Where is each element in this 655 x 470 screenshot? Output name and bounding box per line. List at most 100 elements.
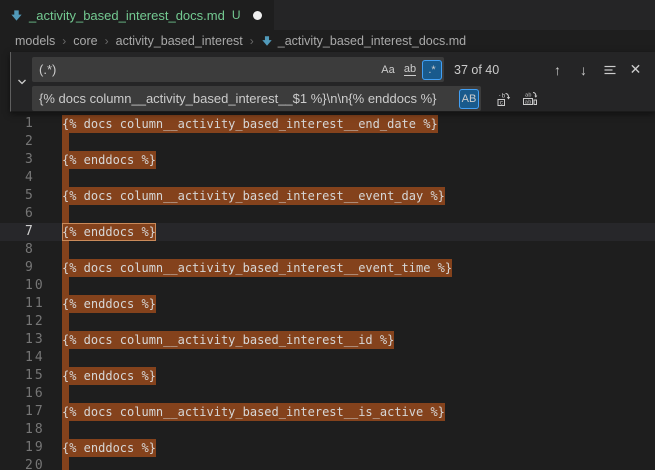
line-number: 17 [25, 403, 45, 421]
editor-line[interactable]: 10 [0, 277, 655, 295]
line-number: 13 [25, 331, 45, 349]
toggle-replace-button[interactable] [11, 52, 32, 111]
line-number: 3 [25, 151, 35, 169]
search-input[interactable]: (.*) Aa ab .* [32, 57, 444, 82]
line-content: {% enddocs %} [62, 151, 156, 169]
breadcrumb-separator-icon: › [105, 34, 109, 48]
editor-line[interactable]: 17 {% docs column__activity_based_interes… [0, 403, 655, 421]
breadcrumb-item-folder[interactable]: activity_based_interest [116, 34, 243, 48]
line-content: {% docs column__activity_based_interest_… [62, 187, 445, 205]
match-case-button[interactable]: Aa [378, 60, 398, 80]
editor-line[interactable]: 5 {% docs column__activity_based_interest… [0, 187, 655, 205]
line-content: {% docs column__activity_based_interest_… [62, 115, 438, 133]
find-match-highlight [62, 457, 69, 470]
editor-line[interactable]: 19{% enddocs %} [0, 439, 655, 457]
find-match-highlight [62, 241, 69, 259]
tab-filename: _activity_based_interest_docs.md [29, 8, 225, 23]
next-match-button[interactable]: ↓ [572, 59, 595, 81]
editor-line[interactable]: 7 {% enddocs %} [0, 223, 655, 241]
line-number: 16 [25, 385, 45, 403]
breadcrumb-item-models[interactable]: models [15, 34, 55, 48]
editor-line[interactable]: 16 [0, 385, 655, 403]
editor-lines: 1{% docs column__activity_based_interest… [0, 115, 655, 470]
find-match-highlight: {% enddocs %} [62, 295, 156, 313]
whole-word-button[interactable]: ab [400, 60, 420, 80]
find-match-highlight [62, 133, 69, 151]
line-number: 4 [25, 169, 35, 187]
line-number: 9 [25, 259, 35, 277]
editor-line[interactable]: 15 {% enddocs %} [0, 367, 655, 385]
editor-line[interactable]: 11 {% enddocs %} [0, 295, 655, 313]
regex-button[interactable]: .* [422, 60, 442, 80]
find-in-selection-button[interactable] [598, 59, 621, 81]
editor-line[interactable]: 14 [0, 349, 655, 367]
line-number: 11 [25, 295, 45, 313]
find-match-highlight: {% docs column__activity_based_interest_… [62, 115, 438, 133]
unsaved-dot-icon[interactable] [253, 11, 262, 20]
search-value: (.*) [39, 62, 376, 77]
git-status-badge: U [232, 8, 241, 22]
breadcrumb-item-file[interactable]: _activity_based_interest_docs.md [278, 34, 466, 48]
breadcrumb-separator-icon: › [250, 34, 254, 48]
line-number: 18 [25, 421, 45, 439]
find-match-highlight [62, 277, 69, 295]
find-match-highlight: {% enddocs %} [62, 439, 156, 457]
editor-pane[interactable]: 1{% docs column__activity_based_interest… [0, 52, 655, 470]
line-number: 14 [25, 349, 45, 367]
svg-text:ab: ab [525, 91, 532, 98]
preserve-case-button[interactable]: AB [459, 89, 479, 109]
svg-text:c: c [499, 99, 503, 106]
tab-bar: _activity_based_interest_docs.md U [0, 0, 655, 30]
replace-input[interactable]: {% docs column__activity_based_interest_… [32, 86, 481, 111]
breadcrumb: models › core › activity_based_interest … [0, 30, 655, 52]
find-match-highlight: {% docs column__activity_based_interest_… [62, 403, 445, 421]
find-match-highlight: {% docs column__activity_based_interest_… [62, 259, 452, 277]
find-replace-widget: (.*) Aa ab .* 37 of 40 ↑ ↓ ✕ [10, 52, 655, 112]
editor-line[interactable]: 20 [0, 457, 655, 470]
line-content: {% enddocs %} [62, 295, 156, 313]
find-match-highlight [62, 205, 69, 223]
line-number: 2 [25, 133, 35, 151]
line-content: {% enddocs %} [62, 367, 156, 385]
markdown-file-icon [261, 35, 273, 47]
svg-text:ab: ab [524, 98, 531, 105]
close-find-button[interactable]: ✕ [624, 59, 647, 81]
editor-line[interactable]: 12 [0, 313, 655, 331]
markdown-file-icon [10, 9, 23, 22]
line-content: {% docs column__activity_based_interest_… [62, 259, 452, 277]
previous-match-button[interactable]: ↑ [546, 59, 569, 81]
breadcrumb-item-core[interactable]: core [73, 34, 97, 48]
line-number: 7 [25, 223, 35, 241]
line-number: 5 [25, 187, 35, 205]
editor-line[interactable]: 1{% docs column__activity_based_interest… [0, 115, 655, 133]
line-number: 10 [25, 277, 45, 295]
find-match-highlight: {% docs column__activity_based_interest_… [62, 187, 445, 205]
match-count: 37 of 40 [454, 63, 514, 77]
line-content: {% docs column__activity_based_interest_… [62, 403, 445, 421]
editor-tab[interactable]: _activity_based_interest_docs.md U [0, 0, 274, 30]
find-match-highlight [62, 169, 69, 187]
line-content: {% docs column__activity_based_interest_… [62, 331, 394, 349]
replace-all-button[interactable]: ab ab [518, 88, 541, 110]
line-content [62, 457, 69, 470]
editor-line[interactable]: 9 {% docs column__activity_based_interest… [0, 259, 655, 277]
find-match-highlight [62, 421, 69, 439]
line-content: {% enddocs %} [62, 223, 156, 241]
editor-line[interactable]: 6 [0, 205, 655, 223]
find-row: (.*) Aa ab .* 37 of 40 ↑ ↓ ✕ [32, 57, 655, 82]
line-content: {% enddocs %} [62, 439, 156, 457]
editor-line[interactable]: 2 [0, 133, 655, 151]
line-number: 20 [25, 457, 45, 470]
replace-button[interactable]: ·b c [492, 88, 515, 110]
find-match-highlight: {% enddocs %} [62, 151, 156, 169]
editor-line[interactable]: 3 {% enddocs %} [0, 151, 655, 169]
editor-line[interactable]: 4 [0, 169, 655, 187]
replace-row: {% docs column__activity_based_interest_… [32, 86, 655, 111]
line-number: 15 [25, 367, 45, 385]
find-match-highlight [62, 385, 69, 403]
line-number: 12 [25, 313, 45, 331]
current-find-match: {% enddocs %} [62, 223, 156, 241]
editor-line[interactable]: 18 [0, 421, 655, 439]
editor-line[interactable]: 13 {% docs column__activity_based_interes… [0, 331, 655, 349]
editor-line[interactable]: 8 [0, 241, 655, 259]
